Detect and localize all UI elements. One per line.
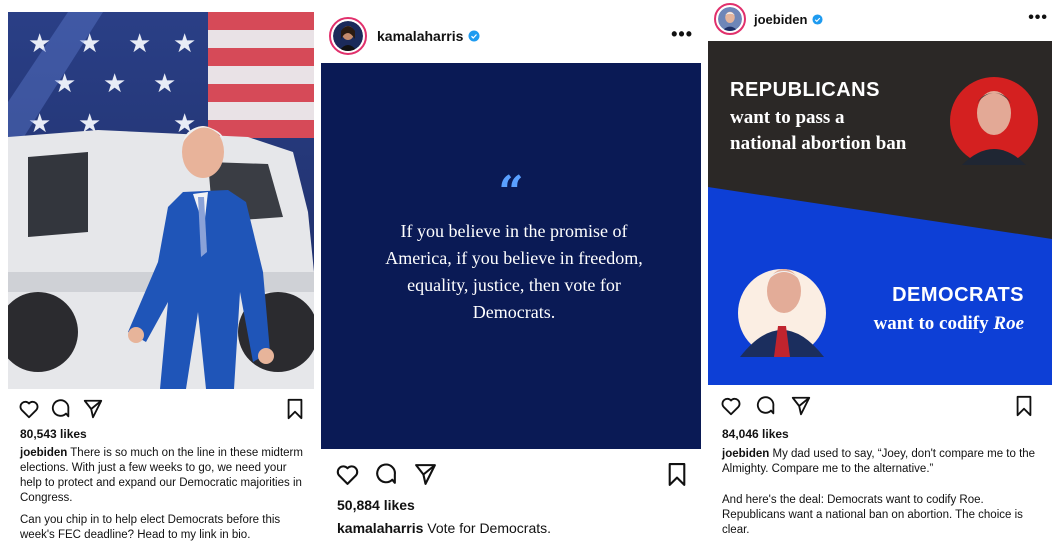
svg-text:★: ★ [103,68,126,98]
quote-mark: “ [498,167,524,218]
caption-username[interactable]: kamalaharris [337,520,423,536]
photo-biden-walking-icon: ★ ★ ★ ★ ★ ★ ★ ★ ★ ★ [8,12,314,389]
post-header: kamalaharris ••• [321,14,703,58]
republicans-sub-2: national abortion ban [730,133,907,154]
quote-image[interactable]: “ If you believe in the promise of Ameri… [321,63,701,449]
comparison-graphic[interactable]: REPUBLICANS want to pass a national abor… [708,41,1052,385]
share-icon[interactable] [413,462,438,492]
avatar[interactable] [329,17,367,55]
post-header: joebiden ••• [706,2,1058,36]
svg-text:★: ★ [173,28,196,58]
comment-icon[interactable] [755,395,777,422]
republicans-heading: REPUBLICANS [730,79,880,101]
share-icon[interactable] [82,398,104,425]
comment-icon[interactable] [374,462,399,492]
header-username[interactable]: joebiden [754,12,823,27]
header-username[interactable]: kamalaharris [377,28,480,44]
democrats-sub: want to codify Roe [874,313,1024,335]
democrats-sub-text: want to codify [873,313,994,334]
caption-username[interactable]: joebiden [722,448,769,460]
democrats-heading: DEMOCRATS [892,284,1024,306]
heart-icon[interactable] [335,462,360,492]
avatar-joebiden-icon [718,7,742,31]
action-bar [321,462,703,490]
post-joebiden-2: joebiden ••• REPUBLICANS want to pass a … [706,0,1058,544]
caption: joebiden There is so much on the line in… [20,446,305,506]
avatar-kamalaharris-icon [333,21,363,51]
caption: joebiden My dad used to say, “Joey, don'… [722,447,1044,477]
more-options-icon[interactable]: ••• [671,24,693,45]
svg-text:★: ★ [153,68,176,98]
caption-second-paragraph: And here's the deal: Democrats want to c… [722,494,1023,536]
svg-text:★: ★ [128,28,151,58]
post-kamalaharris: kamalaharris ••• “ If you believe in the… [321,0,703,544]
caption-text: Vote for Democrats. [427,520,552,536]
heart-icon[interactable] [720,395,742,422]
share-icon[interactable] [790,395,812,422]
caption-username[interactable]: joebiden [20,447,67,459]
caption-text: My dad used to say, “Joey, don't compare… [722,448,1036,475]
verified-badge-icon [468,30,480,42]
bookmark-icon[interactable] [666,462,688,492]
comment-icon[interactable] [50,398,72,425]
avatar[interactable] [714,3,746,35]
action-bar [0,398,318,426]
more-options-icon[interactable]: ••• [1028,9,1048,27]
quote-text: If you believe in the promise of America… [385,221,643,322]
post-image[interactable]: ★ ★ ★ ★ ★ ★ ★ ★ ★ ★ [8,12,314,389]
action-bar [706,395,1058,423]
caption-second-paragraph: Can you chip in to help elect Democrats … [20,514,281,541]
republicans-sub-1: want to pass a [730,107,845,128]
democrats-sub-roe: Roe [993,313,1024,334]
likes-count[interactable]: 84,046 likes [722,427,789,441]
post-joebiden-1: ★ ★ ★ ★ ★ ★ ★ ★ ★ ★ 80,543 likes joebide… [0,0,318,544]
caption: kamalaharris Vote for Democrats. [337,519,551,537]
bookmark-icon[interactable] [1014,395,1034,422]
verified-badge-icon [812,13,823,25]
heart-icon[interactable] [18,398,40,425]
likes-count[interactable]: 80,543 likes [20,427,87,441]
likes-count[interactable]: 50,884 likes [337,497,415,513]
bookmark-icon[interactable] [285,398,305,425]
